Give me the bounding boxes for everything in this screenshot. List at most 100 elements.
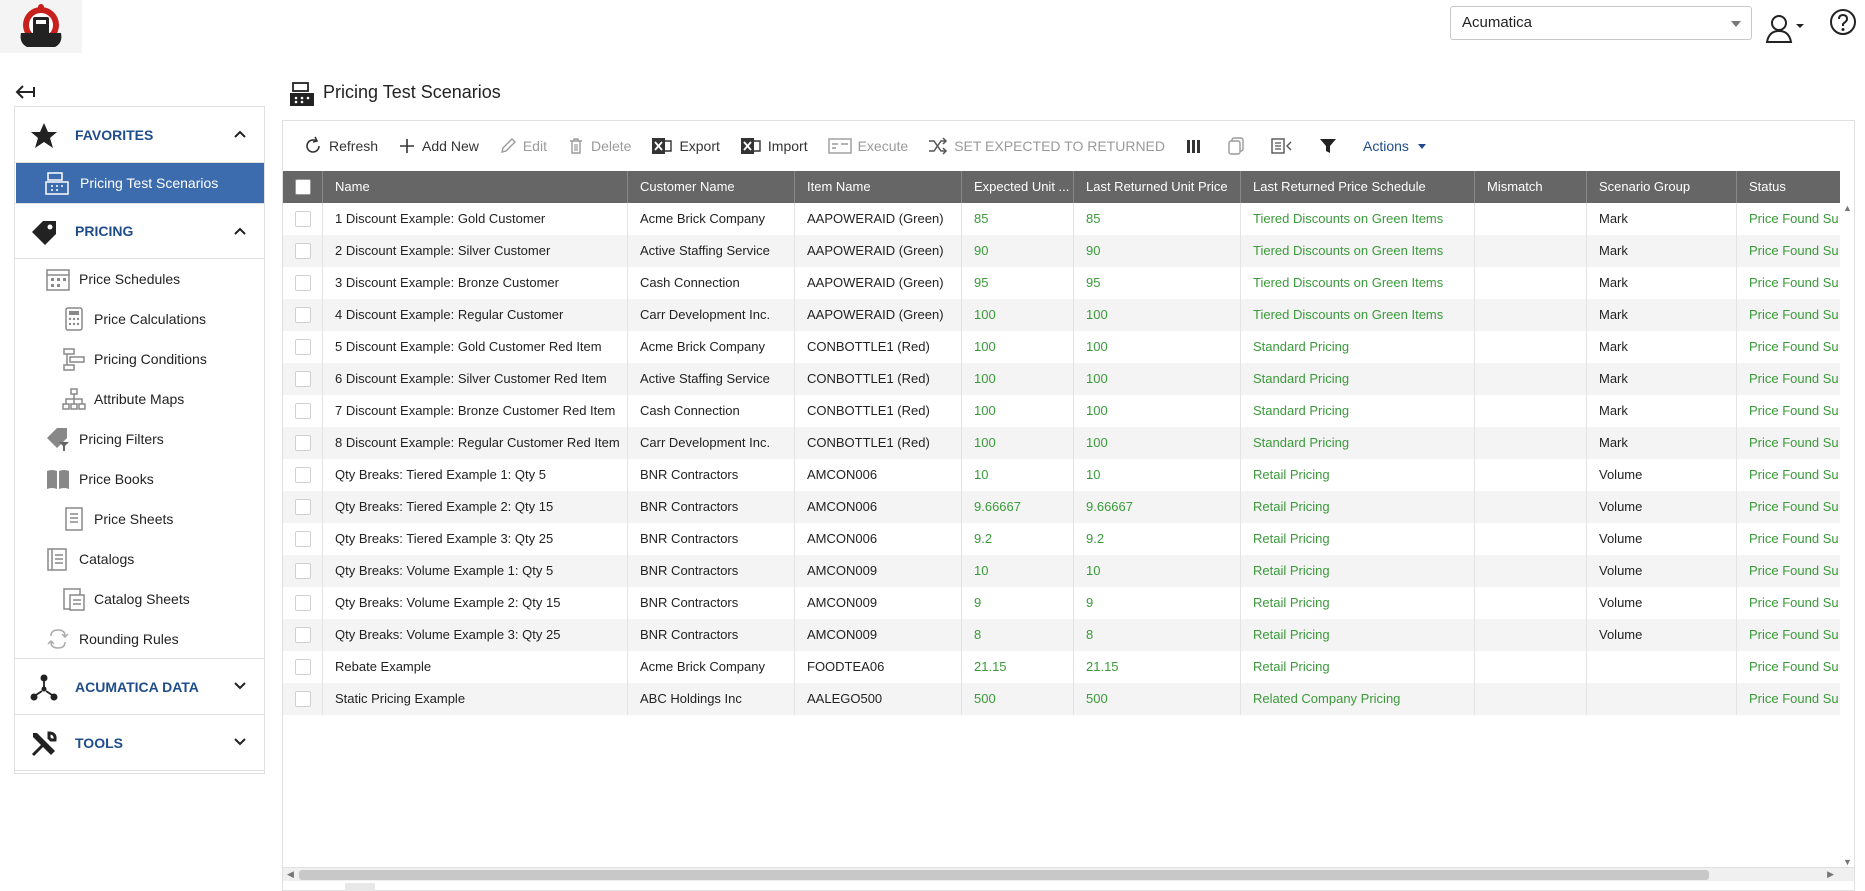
row-checkbox[interactable]: [295, 627, 311, 643]
table-row[interactable]: Qty Breaks: Tiered Example 1: Qty 5 BNR C…: [283, 459, 1840, 491]
table-row[interactable]: 8 Discount Example: Regular Customer Red…: [283, 427, 1840, 459]
row-checkbox[interactable]: [295, 563, 311, 579]
cell-last-returned-price-schedule[interactable]: Retail Pricing: [1241, 459, 1475, 491]
row-checkbox[interactable]: [295, 435, 311, 451]
cell-last-returned-price-schedule[interactable]: Related Company Pricing: [1241, 683, 1475, 715]
cell-last-returned-price-schedule[interactable]: Standard Pricing: [1241, 427, 1475, 459]
row-checkbox[interactable]: [295, 371, 311, 387]
export-button[interactable]: Export: [651, 136, 720, 156]
sidebar-item-rounding-rules[interactable]: Rounding Rules: [15, 619, 264, 659]
sidebar-item-pricing-conditions[interactable]: Pricing Conditions: [15, 339, 264, 379]
row-checkbox[interactable]: [295, 531, 311, 547]
select-all-checkbox[interactable]: [295, 179, 311, 195]
sidebar-item-attribute-maps[interactable]: Attribute Maps: [15, 379, 264, 419]
execute-button[interactable]: Execute: [827, 137, 908, 155]
cell-last-returned-price-schedule[interactable]: Standard Pricing: [1241, 395, 1475, 427]
cell-name[interactable]: Qty Breaks: Tiered Example 3: Qty 25: [323, 523, 628, 555]
sidebar-item-pricing-filters[interactable]: Pricing Filters: [15, 419, 264, 459]
table-row[interactable]: Static Pricing Example ABC Holdings Inc AA…: [283, 683, 1840, 715]
column-config-button[interactable]: [1185, 137, 1207, 155]
column-header-last-returned-unit-price[interactable]: Last Returned Unit Price: [1074, 171, 1241, 203]
table-row[interactable]: Qty Breaks: Volume Example 3: Qty 25 BNR …: [283, 619, 1840, 651]
row-checkbox[interactable]: [295, 691, 311, 707]
cell-last-returned-price-schedule[interactable]: Retail Pricing: [1241, 651, 1475, 683]
sidebar-item-pricing-test-scenarios[interactable]: Pricing Test Scenarios: [16, 163, 264, 203]
cell-name[interactable]: Qty Breaks: Volume Example 2: Qty 15: [323, 587, 628, 619]
horizontal-scrollbar[interactable]: ◀ ▶: [283, 867, 1854, 881]
table-row[interactable]: 7 Discount Example: Bronze Customer Red …: [283, 395, 1840, 427]
table-row[interactable]: Qty Breaks: Volume Example 1: Qty 5 BNR C…: [283, 555, 1840, 587]
sidebar-section-favorites[interactable]: FAVORITES: [15, 107, 264, 163]
column-header-item-name[interactable]: Item Name: [795, 171, 962, 203]
scroll-up-icon[interactable]: ▲: [1843, 203, 1852, 213]
cell-name[interactable]: 8 Discount Example: Regular Customer Red…: [323, 427, 628, 459]
cell-last-returned-price-schedule[interactable]: Tiered Discounts on Green Items: [1241, 267, 1475, 299]
row-checkbox[interactable]: [295, 403, 311, 419]
fit-columns-button[interactable]: [1271, 137, 1299, 155]
row-checkbox[interactable]: [295, 243, 311, 259]
table-row[interactable]: 3 Discount Example: Bronze Customer Cash …: [283, 267, 1840, 299]
table-row[interactable]: 2 Discount Example: Silver Customer Activ…: [283, 235, 1840, 267]
app-logo[interactable]: [0, 0, 82, 53]
table-row[interactable]: 5 Discount Example: Gold Customer Red It…: [283, 331, 1840, 363]
scroll-down-icon[interactable]: ▼: [1843, 857, 1852, 867]
sidebar-item-price-sheets[interactable]: Price Sheets: [15, 499, 264, 539]
cell-last-returned-price-schedule[interactable]: Tiered Discounts on Green Items: [1241, 235, 1475, 267]
row-checkbox[interactable]: [295, 595, 311, 611]
row-checkbox[interactable]: [295, 307, 311, 323]
cell-name[interactable]: Qty Breaks: Tiered Example 2: Qty 15: [323, 491, 628, 523]
collapse-menu-icon[interactable]: [14, 82, 38, 102]
cell-last-returned-price-schedule[interactable]: Retail Pricing: [1241, 523, 1475, 555]
cell-name[interactable]: Rebate Example: [323, 651, 628, 683]
row-checkbox[interactable]: [295, 211, 311, 227]
column-header-mismatch[interactable]: Mismatch: [1475, 171, 1587, 203]
sidebar-item-catalogs[interactable]: Catalogs: [15, 539, 264, 579]
cell-last-returned-price-schedule[interactable]: Retail Pricing: [1241, 555, 1475, 587]
table-row[interactable]: 1 Discount Example: Gold Customer Acme Br…: [283, 203, 1840, 235]
column-header-last-returned-price-schedule[interactable]: Last Returned Price Schedule: [1241, 171, 1475, 203]
cell-last-returned-price-schedule[interactable]: Retail Pricing: [1241, 587, 1475, 619]
sidebar-section-pricing[interactable]: PRICING: [15, 203, 264, 259]
filter-button[interactable]: [1319, 137, 1343, 155]
cell-name[interactable]: Qty Breaks: Tiered Example 1: Qty 5: [323, 459, 628, 491]
scroll-left-icon[interactable]: ◀: [287, 869, 294, 880]
cell-name[interactable]: 1 Discount Example: Gold Customer: [323, 203, 628, 235]
cell-name[interactable]: 7 Discount Example: Bronze Customer Red …: [323, 395, 628, 427]
table-row[interactable]: Qty Breaks: Volume Example 2: Qty 15 BNR …: [283, 587, 1840, 619]
table-row[interactable]: Rebate Example Acme Brick Company FOODTEA0…: [283, 651, 1840, 683]
refresh-button[interactable]: Refresh: [303, 136, 378, 156]
cell-name[interactable]: Qty Breaks: Volume Example 3: Qty 25: [323, 619, 628, 651]
row-checkbox[interactable]: [295, 467, 311, 483]
row-checkbox[interactable]: [295, 659, 311, 675]
cell-last-returned-price-schedule[interactable]: Standard Pricing: [1241, 331, 1475, 363]
copy-button[interactable]: [1227, 136, 1251, 156]
pager[interactable]: [345, 883, 375, 891]
sidebar-item-catalog-sheets[interactable]: Catalog Sheets: [15, 579, 264, 619]
vertical-scrollbar[interactable]: ▲ ▼: [1840, 203, 1854, 867]
add-new-button[interactable]: Add New: [398, 137, 479, 155]
sidebar-section-acumatica-data[interactable]: ACUMATICA DATA: [15, 659, 264, 715]
cell-last-returned-price-schedule[interactable]: Retail Pricing: [1241, 619, 1475, 651]
table-row[interactable]: 6 Discount Example: Silver Customer Red …: [283, 363, 1840, 395]
help-icon[interactable]: [1829, 8, 1857, 36]
sidebar-section-tools[interactable]: TOOLS: [15, 715, 264, 771]
cell-name[interactable]: 3 Discount Example: Bronze Customer: [323, 267, 628, 299]
cell-name[interactable]: Qty Breaks: Volume Example 1: Qty 5: [323, 555, 628, 587]
cell-last-returned-price-schedule[interactable]: Tiered Discounts on Green Items: [1241, 299, 1475, 331]
user-icon[interactable]: [1765, 12, 1805, 44]
actions-menu-button[interactable]: Actions: [1363, 138, 1435, 154]
edit-button[interactable]: Edit: [499, 137, 547, 155]
cell-name[interactable]: 5 Discount Example: Gold Customer Red It…: [323, 331, 628, 363]
cell-name[interactable]: 6 Discount Example: Silver Customer Red …: [323, 363, 628, 395]
delete-button[interactable]: Delete: [567, 137, 631, 155]
cell-name[interactable]: Static Pricing Example: [323, 683, 628, 715]
cell-name[interactable]: 2 Discount Example: Silver Customer: [323, 235, 628, 267]
cell-name[interactable]: 4 Discount Example: Regular Customer: [323, 299, 628, 331]
cell-last-returned-price-schedule[interactable]: Tiered Discounts on Green Items: [1241, 203, 1475, 235]
sidebar-item-price-books[interactable]: Price Books: [15, 459, 264, 499]
table-row[interactable]: 4 Discount Example: Regular Customer Carr…: [283, 299, 1840, 331]
sidebar-item-price-schedules[interactable]: Price Schedules: [15, 259, 264, 299]
cell-last-returned-price-schedule[interactable]: Standard Pricing: [1241, 363, 1475, 395]
cell-last-returned-price-schedule[interactable]: Retail Pricing: [1241, 491, 1475, 523]
sidebar-item-price-calculations[interactable]: Price Calculations: [15, 299, 264, 339]
